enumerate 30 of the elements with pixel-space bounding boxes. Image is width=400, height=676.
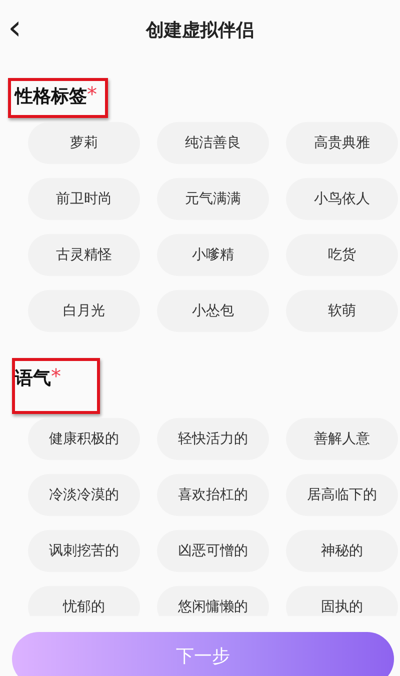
section-title: 性格标签 [15, 85, 87, 109]
section-title: 语气 [15, 367, 51, 391]
required-mark: * [51, 367, 61, 385]
tag-chip[interactable]: 悠闲慵懒的 [157, 586, 269, 616]
tag-chip[interactable]: 喜欢抬杠的 [157, 474, 269, 516]
tag-chip[interactable]: 健康积极的 [28, 418, 140, 460]
tag-chip[interactable]: 软萌 [286, 290, 398, 332]
page-title: 创建虚拟伴侣 [146, 19, 254, 42]
tag-chip[interactable]: 固执的 [286, 586, 398, 616]
tag-chip[interactable]: 吃货 [286, 234, 398, 276]
tag-chip[interactable]: 讽刺挖苦的 [28, 530, 140, 572]
tag-chip[interactable]: 小鸟依人 [286, 178, 398, 220]
tag-chip[interactable]: 白月光 [28, 290, 140, 332]
tag-chip[interactable]: 善解人意 [286, 418, 398, 460]
tag-chip[interactable]: 小怂包 [157, 290, 269, 332]
tag-chip[interactable]: 小嗲精 [157, 234, 269, 276]
tag-chip[interactable]: 凶恶可憎的 [157, 530, 269, 572]
tag-chip[interactable]: 神秘的 [286, 530, 398, 572]
tag-chip[interactable]: 居高临下的 [286, 474, 398, 516]
tag-chip[interactable]: 萝莉 [28, 122, 140, 164]
back-icon[interactable]: ‹ [8, 8, 22, 48]
tag-chip[interactable]: 纯洁善良 [157, 122, 269, 164]
required-mark: * [87, 85, 97, 103]
tag-chip[interactable]: 轻快活力的 [157, 418, 269, 460]
tag-chip[interactable]: 高贵典雅 [286, 122, 398, 164]
tag-chip[interactable]: 古灵精怪 [28, 234, 140, 276]
tag-chip[interactable]: 冷淡冷漠的 [28, 474, 140, 516]
tag-chip[interactable]: 前卫时尚 [28, 178, 140, 220]
tag-chip[interactable]: 忧郁的 [28, 586, 140, 616]
tag-chip[interactable]: 元气满满 [157, 178, 269, 220]
